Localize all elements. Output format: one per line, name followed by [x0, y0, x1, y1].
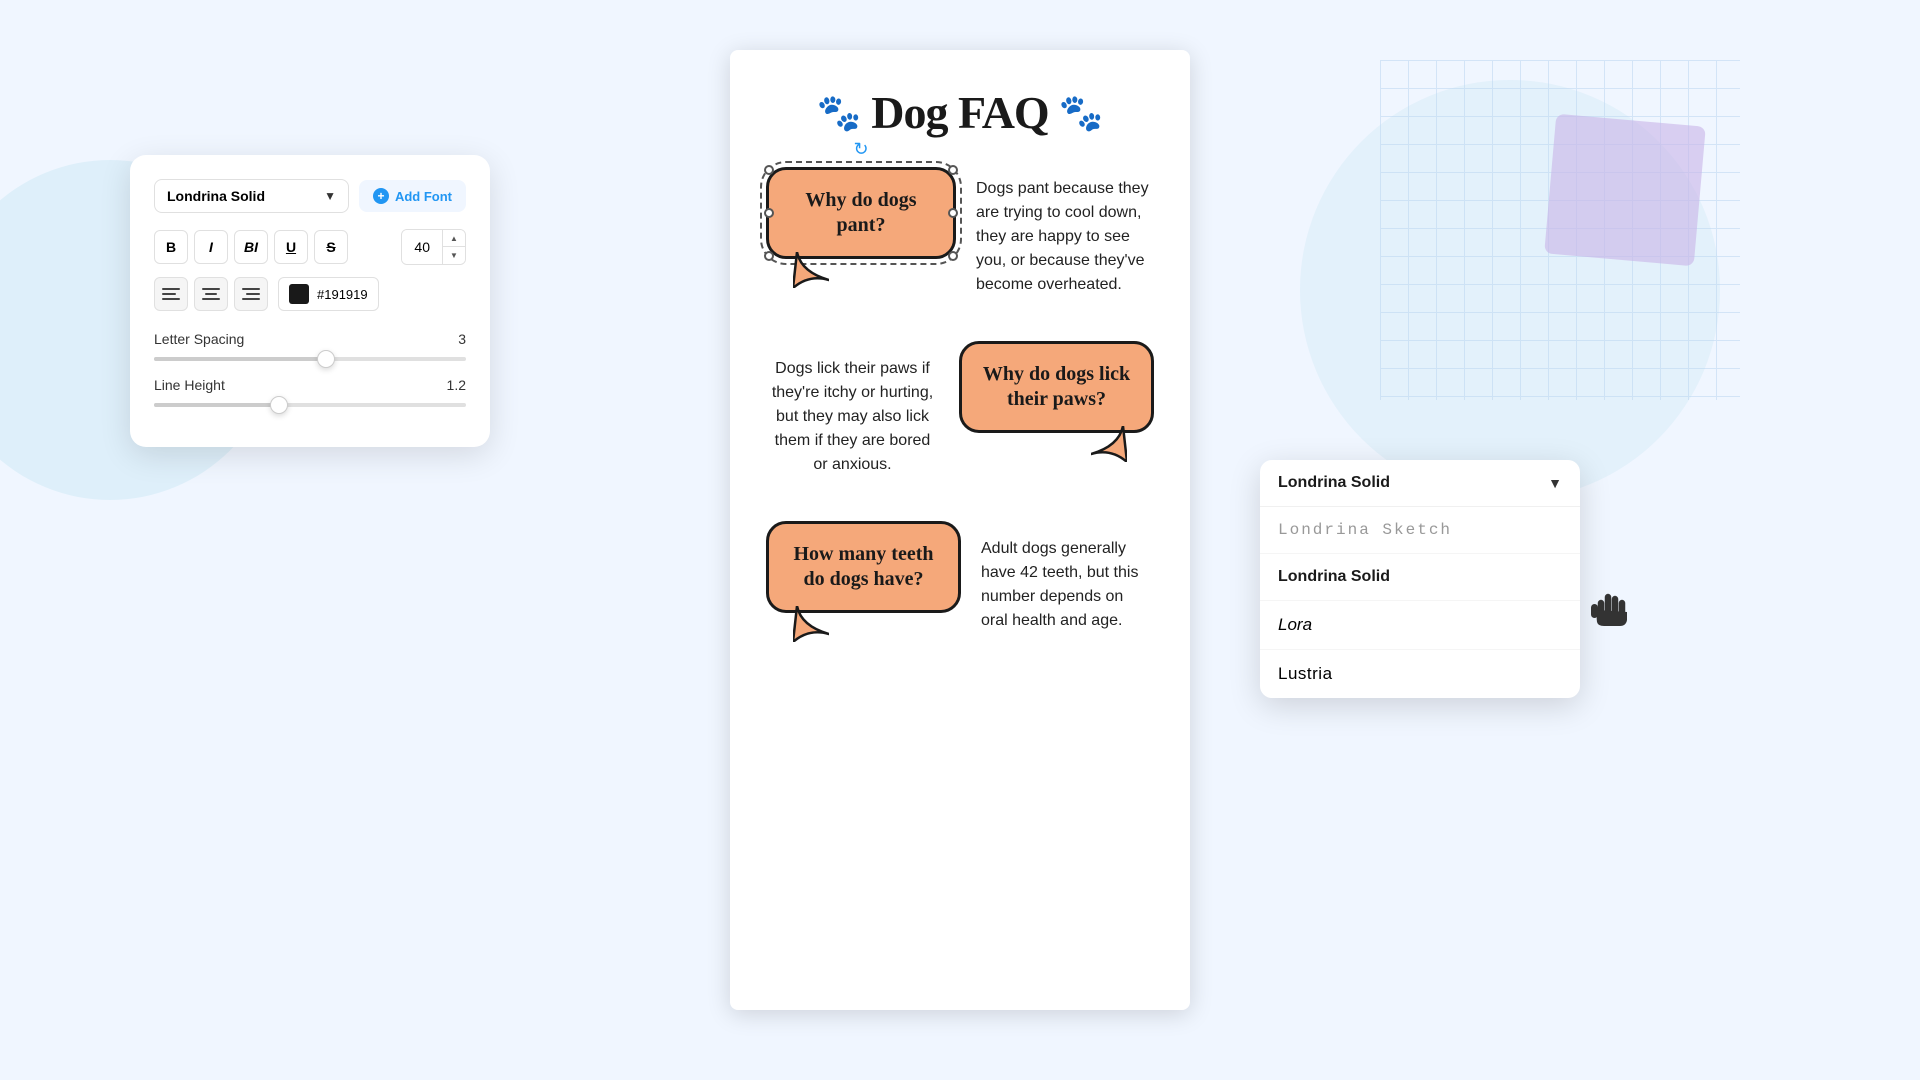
paw-right-icon: 🐾: [1059, 92, 1104, 134]
faq-question-2: Why do dogs lick their paws?: [982, 362, 1131, 412]
bg-purple-rect: [1544, 114, 1706, 267]
underline-button[interactable]: U: [274, 230, 308, 264]
selection-handle-tr[interactable]: [948, 165, 958, 175]
line-height-track[interactable]: [154, 403, 466, 407]
line-height-label: Line Height: [154, 377, 225, 393]
font-option-lustria-label: Lustria: [1278, 664, 1333, 683]
letter-spacing-label-row: Letter Spacing 3: [154, 331, 466, 347]
font-dropdown-panel: Londrina Solid ▼ Londrina Sketch Londrin…: [1260, 460, 1580, 698]
hand-svg: [1590, 580, 1630, 628]
italic-button[interactable]: I: [194, 230, 228, 264]
strikethrough-button[interactable]: S: [314, 230, 348, 264]
bold-button[interactable]: B: [154, 230, 188, 264]
font-size-value: 40: [402, 230, 442, 264]
align-center-button[interactable]: [194, 277, 228, 311]
paw-left-icon: 🐾: [816, 92, 861, 134]
line-height-section: Line Height 1.2: [154, 377, 466, 407]
font-row: Londrina Solid ▼ + Add Font: [154, 179, 466, 213]
line-height-label-row: Line Height 1.2: [154, 377, 466, 393]
faq-bubble-1-wrapper: ↻ Why do dogs pant?: [766, 167, 956, 259]
canvas-area: 🐾 Dog FAQ 🐾 ↻ Why do dogs pant?: [710, 20, 1210, 1060]
add-font-button[interactable]: + Add Font: [359, 180, 466, 212]
faq-item-2: Dogs lick their paws if they're itchy or…: [766, 341, 1154, 477]
faq-bubble-1[interactable]: Why do dogs pant?: [766, 167, 956, 259]
dropdown-item-lora[interactable]: Lora: [1260, 601, 1580, 650]
faq-question-3: How many teeth do dogs have?: [789, 542, 938, 592]
align-right-button[interactable]: [234, 277, 268, 311]
faq-bubble-3-wrapper: How many teeth do dogs have?: [766, 521, 961, 613]
chevron-down-icon: ▼: [324, 189, 336, 203]
font-size-control: 40 ▲ ▼: [401, 229, 466, 265]
selection-handle-mr[interactable]: [948, 208, 958, 218]
rotate-handle[interactable]: ↻: [853, 139, 868, 160]
line-height-thumb[interactable]: [270, 396, 288, 414]
cursor-hand-icon: [1590, 580, 1630, 636]
bubble-tail-2: [1091, 426, 1127, 462]
letter-spacing-track[interactable]: [154, 357, 466, 361]
align-center-icon: [202, 288, 220, 300]
color-hex-label: #191919: [317, 287, 368, 302]
letter-spacing-fill: [154, 357, 326, 361]
dropdown-item-londrina-solid[interactable]: Londrina Solid: [1260, 554, 1580, 601]
font-option-lora-label: Lora: [1278, 615, 1312, 634]
bubble-tail-1: [793, 252, 829, 288]
line-height-value: 1.2: [447, 377, 466, 393]
font-size-down-button[interactable]: ▼: [443, 247, 465, 264]
align-row: #191919: [154, 277, 466, 311]
faq-question-1: Why do dogs pant?: [789, 188, 933, 238]
letter-spacing-label: Letter Spacing: [154, 331, 244, 347]
font-size-up-button[interactable]: ▲: [443, 230, 465, 247]
letter-spacing-section: Letter Spacing 3: [154, 331, 466, 361]
font-option-sketch-label: Londrina Sketch: [1278, 521, 1452, 539]
dropdown-item-londrina-sketch[interactable]: Londrina Sketch: [1260, 507, 1580, 554]
align-right-icon: [242, 288, 260, 300]
dropdown-selected-font: Londrina Solid: [1278, 474, 1390, 492]
faq-answer-2: Dogs lick their paws if they're itchy or…: [766, 341, 939, 477]
document: 🐾 Dog FAQ 🐾 ↻ Why do dogs pant?: [730, 50, 1190, 1010]
faq-bubble-2[interactable]: Why do dogs lick their paws?: [959, 341, 1154, 433]
format-buttons-row: B I BI U S 40 ▲ ▼: [154, 229, 466, 265]
faq-answer-1: Dogs pant because they are trying to coo…: [976, 167, 1154, 297]
bubble-tail-3: [793, 606, 829, 642]
document-title: 🐾 Dog FAQ 🐾: [766, 86, 1154, 139]
align-left-button[interactable]: [154, 277, 188, 311]
faq-answer-3: Adult dogs generally have 42 teeth, but …: [981, 521, 1154, 633]
selection-handle-ml[interactable]: [764, 208, 774, 218]
dropdown-header[interactable]: Londrina Solid ▼: [1260, 460, 1580, 507]
dropdown-chevron-icon: ▼: [1548, 475, 1562, 491]
selection-handle-br[interactable]: [948, 251, 958, 261]
selection-handle-bl[interactable]: [764, 251, 774, 261]
line-height-fill: [154, 403, 279, 407]
align-left-icon: [162, 288, 180, 300]
bold-italic-button[interactable]: BI: [234, 230, 268, 264]
letter-spacing-thumb[interactable]: [317, 350, 335, 368]
color-swatch[interactable]: #191919: [278, 277, 379, 311]
faq-bubble-2-wrapper: Why do dogs lick their paws?: [959, 341, 1154, 433]
document-title-text: Dog FAQ: [871, 86, 1048, 139]
color-box: [289, 284, 309, 304]
font-name-label: Londrina Solid: [167, 188, 265, 204]
faq-item-3: How many teeth do dogs have? Adult dogs …: [766, 521, 1154, 633]
text-formatting-panel: Londrina Solid ▼ + Add Font B I BI U S 4…: [130, 155, 490, 447]
faq-item-1: ↻ Why do dogs pant? Dogs pant because th…: [766, 167, 1154, 297]
plus-icon: +: [373, 188, 389, 204]
add-font-label: Add Font: [395, 189, 452, 204]
faq-bubble-3[interactable]: How many teeth do dogs have?: [766, 521, 961, 613]
selection-handle-tl[interactable]: [764, 165, 774, 175]
font-selector[interactable]: Londrina Solid ▼: [154, 179, 349, 213]
dropdown-item-lustria[interactable]: Lustria: [1260, 650, 1580, 698]
font-size-arrows: ▲ ▼: [442, 230, 465, 264]
letter-spacing-value: 3: [458, 331, 466, 347]
font-option-solid-label: Londrina Solid: [1278, 568, 1390, 585]
